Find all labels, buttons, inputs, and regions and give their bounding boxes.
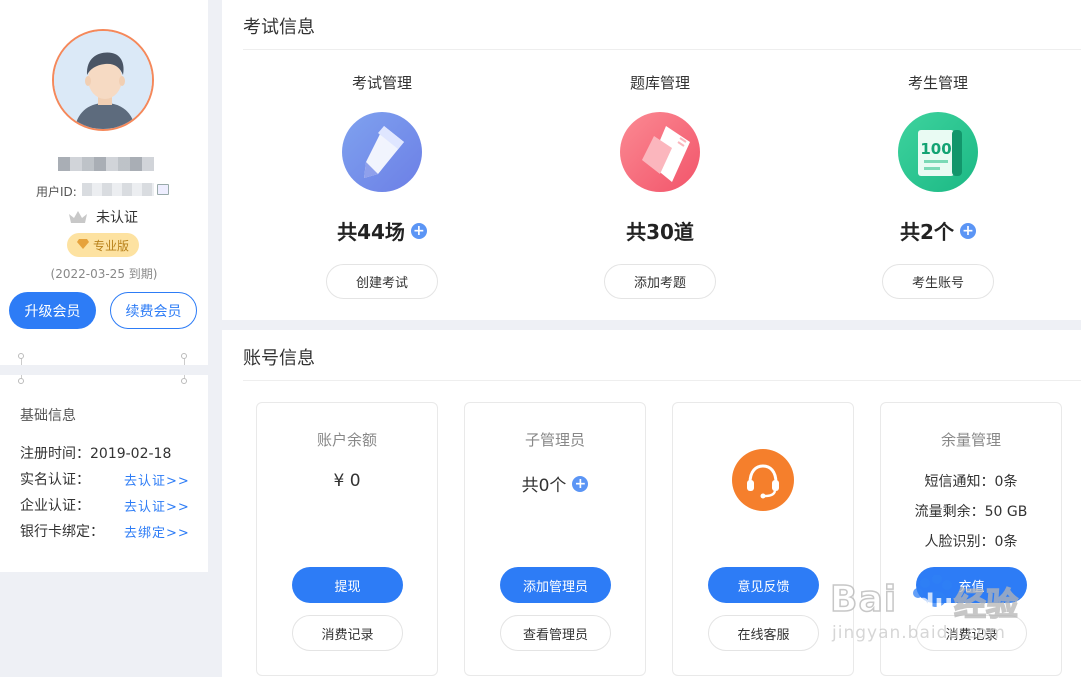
question-bank-icon [620, 112, 700, 192]
sms-quota: 短信通知：0条 [924, 474, 1018, 490]
divider-pin [18, 353, 24, 359]
balance-title: 账户余额 [316, 431, 377, 449]
realname-auth-label: 实名认证： [20, 472, 90, 488]
bank-bind-link[interactable]: 去绑定>> [124, 522, 190, 541]
renew-member-button[interactable]: 续费会员 [110, 292, 197, 329]
avatar-icon [54, 31, 152, 129]
balance-value: ¥ 0 [333, 471, 361, 491]
divider-pin [181, 378, 187, 384]
add-question-button[interactable]: 添加考题 [604, 264, 716, 299]
register-time-row: 注册时间：2019-02-18 [20, 443, 171, 463]
examinee-management-label: 考生管理 [907, 74, 968, 92]
balance-card: 账户余额 ¥ 0 提现 消费记录 [256, 402, 438, 676]
traffic-quota: 流量剩余：50 GB [914, 504, 1028, 520]
edition-badge-text: 专业版 [92, 238, 129, 253]
diamond-icon [76, 238, 89, 252]
examinee-management-column: 考生管理 100 共2个 + 考生账号 [813, 0, 1063, 320]
pencil-icon [342, 112, 422, 192]
upgrade-member-button[interactable]: 升级会员 [9, 292, 96, 329]
consumption-record-button[interactable]: 消费记录 [292, 615, 403, 651]
bank-bind-label: 银行卡绑定： [20, 524, 104, 540]
sub-admin-count-text: 共0个 [521, 476, 567, 496]
withdraw-button[interactable]: 提现 [292, 567, 403, 603]
exam-count-text: 共44场 [337, 220, 405, 244]
score-sheet-icon: 100 [898, 112, 978, 192]
exam-info-section: 考试信息 考试管理 共44场 + 创建考试 题库管理 共30道 添加考题 考生管… [222, 0, 1081, 320]
add-examinee-plus-icon[interactable]: + [959, 222, 976, 239]
question-count: 共30道 [535, 216, 785, 245]
register-time-label: 注册时间： [20, 446, 90, 462]
online-service-button[interactable]: 在线客服 [708, 615, 819, 651]
realname-auth-link[interactable]: 去认证>> [124, 470, 190, 489]
copy-icon[interactable] [157, 184, 169, 195]
auth-status: 未认证 [68, 207, 138, 227]
edition-badge: 专业版 [67, 233, 139, 257]
divider-pin [181, 353, 187, 359]
question-bank-label: 题库管理 [629, 74, 690, 92]
account-section-title: 账号信息 [243, 348, 315, 369]
examinee-count-text: 共2个 [900, 220, 954, 244]
enterprise-auth-label: 企业认证： [20, 498, 90, 514]
quota-title: 余量管理 [940, 431, 1001, 449]
sub-admin-count: 共0个 + [465, 471, 645, 496]
exam-management-label: 考试管理 [351, 74, 412, 92]
question-bank-column: 题库管理 共30道 添加考题 [535, 0, 785, 320]
expiry-date: (2022-03-25 到期) [50, 267, 158, 281]
question-count-text: 共30道 [626, 220, 694, 244]
avatar[interactable] [52, 29, 154, 131]
user-id-masked [82, 183, 154, 196]
section-divider [243, 380, 1081, 381]
recharge-button[interactable]: 充值 [916, 567, 1027, 603]
panel-divider [0, 365, 208, 375]
view-admin-button[interactable]: 查看管理员 [500, 615, 611, 651]
examinee-count: 共2个 + [813, 216, 1063, 245]
quota-consumption-record-button[interactable]: 消费记录 [916, 615, 1027, 651]
add-admin-button[interactable]: 添加管理员 [500, 567, 611, 603]
exam-management-column: 考试管理 共44场 + 创建考试 [257, 0, 507, 320]
svg-text:100: 100 [920, 140, 951, 158]
face-quota: 人脸识别：0条 [924, 534, 1018, 550]
crown-icon [68, 210, 88, 225]
user-id-label: 用户ID: [36, 185, 77, 199]
add-sub-admin-plus-icon[interactable]: + [572, 475, 589, 492]
account-info-section: 账号信息 账户余额 ¥ 0 提现 消费记录 子管理员 共0个 + 添加管理员 查… [222, 330, 1081, 677]
register-time-value: 2019-02-18 [90, 446, 172, 462]
enterprise-auth-link[interactable]: 去认证>> [124, 496, 190, 515]
exam-count: 共44场 + [257, 216, 507, 245]
examinee-account-button[interactable]: 考生账号 [882, 264, 994, 299]
auth-status-text: 未认证 [96, 210, 138, 226]
divider-pin [18, 378, 24, 384]
add-exam-plus-icon[interactable]: + [410, 222, 427, 239]
username-masked [58, 157, 154, 171]
feedback-card: 意见反馈 在线客服 [672, 402, 854, 676]
feedback-button[interactable]: 意见反馈 [708, 567, 819, 603]
quota-card: 余量管理 短信通知：0条 流量剩余：50 GB 人脸识别：0条 充值 消费记录 [880, 402, 1062, 676]
sub-admin-card: 子管理员 共0个 + 添加管理员 查看管理员 [464, 402, 646, 676]
headset-icon [732, 449, 794, 511]
sub-admin-title: 子管理员 [524, 431, 585, 449]
profile-panel: 用户ID: 未认证 专业版 (2022-03-25 到期) 升级会员 续费会员 … [0, 0, 208, 572]
basic-info-title: 基础信息 [20, 408, 76, 424]
create-exam-button[interactable]: 创建考试 [326, 264, 438, 299]
